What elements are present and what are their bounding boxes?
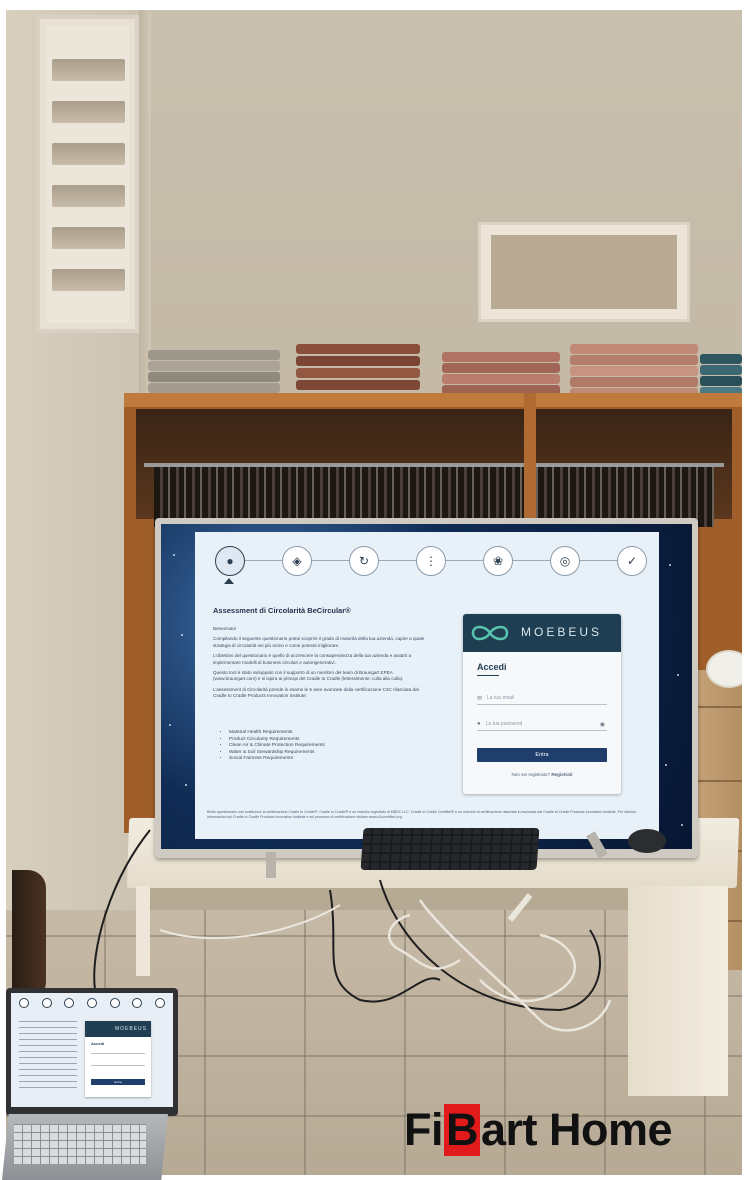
step-recycle-icon[interactable]: ↻ xyxy=(349,546,379,576)
moebeus-logo-text: MOEBEUS xyxy=(521,625,603,639)
intro-paragraph: Compilando il seguente questionario potr… xyxy=(213,636,425,648)
infinity-logo-icon xyxy=(471,625,509,641)
tv-monitor: ● ◈ ↻ ⋮ ❀ ◎ ✓ Assessment di Circolarità … xyxy=(155,518,698,858)
login-heading: Accedi xyxy=(477,662,507,672)
assessment-intro: Benvenuto! Compilando il seguente questi… xyxy=(213,626,433,704)
logo-text-fi: Fi xyxy=(404,1104,444,1155)
wall-vent xyxy=(36,15,139,333)
laptop-login-heading: Accedi xyxy=(91,1041,105,1046)
register-link[interactable]: Registrati xyxy=(551,772,572,777)
fibart-home-logo: Fi Bart Home xyxy=(404,1104,673,1156)
laptop-login-card: MOEBEUS Accedi Entra xyxy=(85,1021,151,1097)
tv-screen: ● ◈ ↻ ⋮ ❀ ◎ ✓ Assessment di Circolarità … xyxy=(161,524,692,849)
photo-scene: ● ◈ ↻ ⋮ ❀ ◎ ✓ Assessment di Circolarità … xyxy=(0,0,748,1180)
register-prompt: Non sei registrato? Registrati xyxy=(463,772,621,777)
list-item: Clean Air & Climate Protection Requireme… xyxy=(229,743,325,750)
table-leg xyxy=(136,886,150,976)
login-submit-button[interactable]: Entra xyxy=(477,748,607,762)
fabric-stack xyxy=(148,350,280,394)
password-placeholder: La tua password xyxy=(485,721,523,727)
circularity-assessment-app: ● ◈ ↻ ⋮ ❀ ◎ ✓ Assessment di Circolarità … xyxy=(195,532,659,839)
laptop-email-field xyxy=(91,1053,145,1054)
laptop: MOEBEUS Accedi Entra xyxy=(6,988,178,1116)
laptop-display: MOEBEUS Accedi Entra xyxy=(11,993,173,1107)
wizard-steps: ● ◈ ↻ ⋮ ❀ ◎ ✓ xyxy=(215,546,647,584)
fabric-stack xyxy=(296,344,420,394)
fabric-stack xyxy=(570,344,698,398)
laptop-password-field xyxy=(91,1065,145,1066)
keyboard xyxy=(360,828,540,870)
chair xyxy=(12,870,46,1000)
moebeus-banner: MOEBEUS xyxy=(463,614,621,652)
intro-paragraph: L'obiettivo del questionario è quello di… xyxy=(213,653,412,665)
password-field[interactable]: ● La tua password ◉ xyxy=(477,718,607,731)
wall-panel xyxy=(478,222,690,322)
email-field[interactable]: ✉ La tua email xyxy=(477,692,607,705)
step-people-icon[interactable]: ⋮ xyxy=(416,546,446,576)
laptop-wizard-steps xyxy=(19,998,165,1008)
register-text: Non sei registrato? xyxy=(511,772,551,777)
step-tag-icon[interactable]: ◈ xyxy=(282,546,312,576)
list-item: Material Health Requirements xyxy=(229,730,325,737)
logo-text-art-home: art Home xyxy=(481,1104,673,1155)
step-check-icon[interactable]: ✓ xyxy=(617,546,647,576)
intro-paragraph: Questo tool è stato sviluppato con il su… xyxy=(213,670,404,682)
laptop-intro-text xyxy=(19,1021,77,1091)
laptop-moebeus-banner: MOEBEUS xyxy=(85,1021,151,1037)
fabric-stack xyxy=(700,354,742,398)
laptop-keyboard xyxy=(14,1124,146,1164)
eye-icon[interactable]: ◉ xyxy=(600,721,605,728)
requirements-list: Material Health Requirements Product Cir… xyxy=(223,730,325,763)
intro-paragraph: L'assessment di Circolarità prende in es… xyxy=(213,686,419,699)
lock-icon: ● xyxy=(477,721,481,727)
intro-paragraph: Benvenuto! xyxy=(213,626,237,631)
heading-underline xyxy=(477,675,499,676)
table-leg xyxy=(628,886,728,1096)
laptop-submit-label: Entra xyxy=(114,1080,122,1084)
fabric-stack xyxy=(442,352,560,396)
disclaimer-footer: BeMo questionario non sostituisce la cer… xyxy=(207,810,637,819)
mouse xyxy=(628,829,666,853)
login-card: MOEBEUS Accedi ✉ La tua email ● La tua p… xyxy=(463,614,621,794)
laptop-submit-button: Entra xyxy=(91,1079,145,1085)
logo-text-b: B xyxy=(444,1104,480,1156)
step-globe-hands-icon[interactable]: ◎ xyxy=(550,546,580,576)
mail-icon: ✉ xyxy=(477,695,483,702)
email-placeholder: La tua email xyxy=(487,695,515,701)
assessment-title: Assessment di Circolarità BeCircular® xyxy=(213,606,351,615)
tv-stand-foot xyxy=(266,852,276,878)
step-user-icon[interactable]: ● xyxy=(215,546,245,576)
step-hand-leaf-icon[interactable]: ❀ xyxy=(483,546,513,576)
list-item: Social Fairness Requirements xyxy=(229,756,325,763)
